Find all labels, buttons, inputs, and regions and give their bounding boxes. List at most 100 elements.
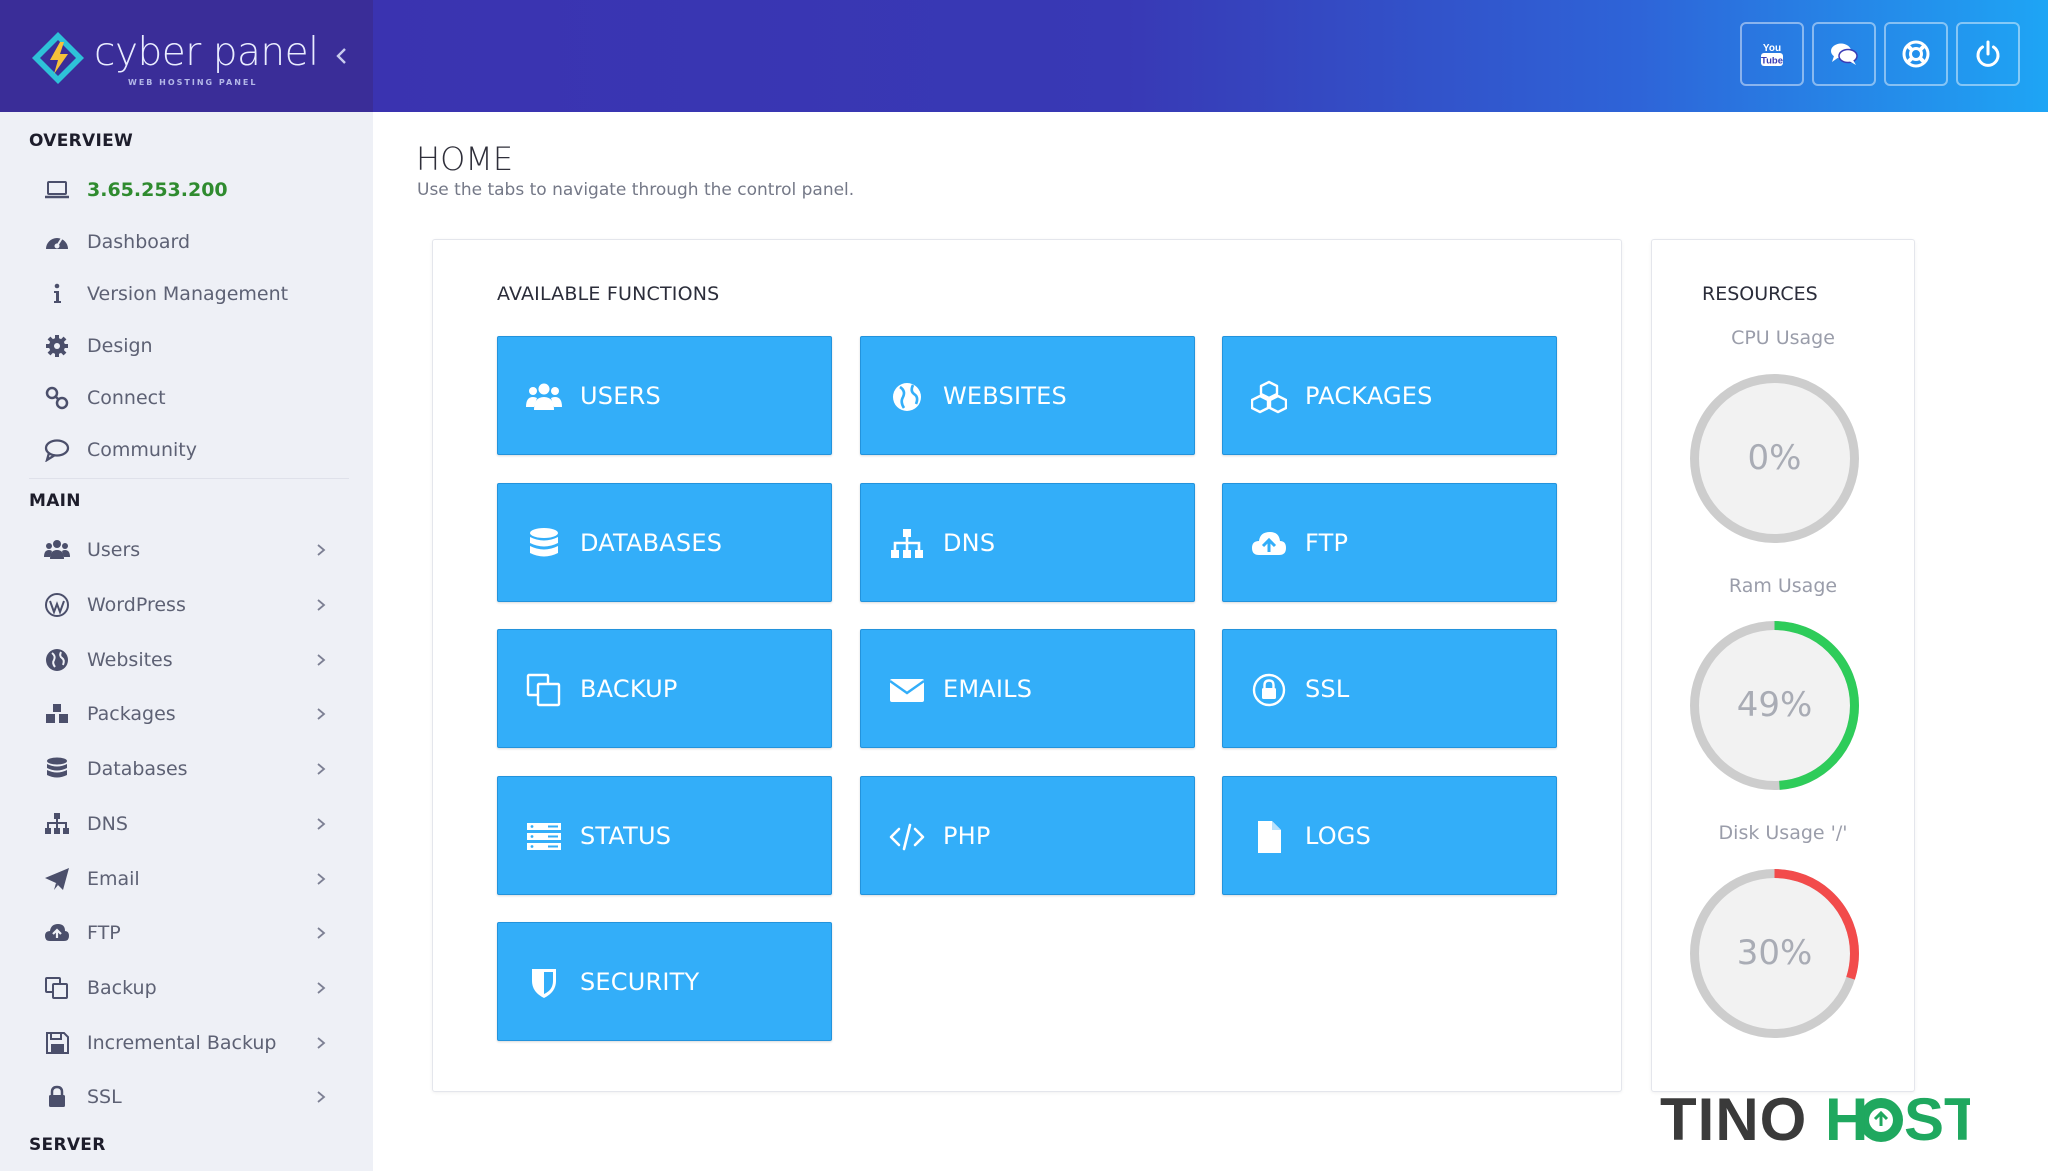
youtube-button[interactable]: You Tube: [1740, 22, 1804, 86]
function-tile-packages[interactable]: PACKAGES: [1222, 336, 1557, 455]
sidebar-item-backup[interactable]: Backup: [0, 964, 373, 1012]
cloud-upload-icon: [44, 921, 70, 945]
database-icon: [44, 757, 70, 781]
sidebar-item-label: DNS: [87, 813, 128, 835]
function-tile-php[interactable]: PHP: [860, 776, 1195, 895]
sitemap-icon: [889, 527, 925, 561]
sidebar-item-design[interactable]: Design: [0, 322, 373, 370]
sidebar-heading-overview: OVERVIEW: [29, 131, 134, 151]
chat-button[interactable]: [1812, 22, 1876, 86]
info-icon: [44, 282, 70, 306]
sidebar-item-label: Packages: [87, 703, 176, 725]
chevron-right-icon: [314, 540, 328, 560]
chevron-right-icon: [314, 978, 328, 998]
code-icon: [889, 820, 925, 854]
sidebar-item-community[interactable]: Community: [0, 426, 373, 474]
sidebar-item-email[interactable]: Email: [0, 855, 373, 903]
sidebar-collapse-button[interactable]: [330, 44, 354, 68]
function-tile-emails[interactable]: EMAILS: [860, 629, 1195, 748]
function-tile-websites[interactable]: WEBSITES: [860, 336, 1195, 455]
sidebar-item-ssl[interactable]: SSL: [0, 1073, 373, 1121]
function-tile-label: DNS: [943, 529, 996, 557]
resources-title: RESOURCES: [1702, 283, 1818, 305]
sidebar-item-label: FTP: [87, 922, 121, 944]
cpu-usage-value: 0%: [1747, 438, 1802, 478]
chevron-right-icon: [314, 595, 328, 615]
lock-icon: [1251, 673, 1287, 707]
sidebar-item-label: Design: [87, 335, 153, 357]
dashboard-icon: [44, 230, 70, 254]
file-icon: [1251, 820, 1287, 854]
sidebar-item-label: Dashboard: [87, 231, 191, 253]
sidebar-item-packages[interactable]: Packages: [0, 690, 373, 738]
copy-icon: [526, 673, 562, 707]
chevron-right-icon: [314, 759, 328, 779]
brand-tagline: WEB HOSTING PANEL: [128, 78, 258, 87]
sidebar-item-label: SSL: [87, 1086, 122, 1108]
envelope-icon: [889, 673, 925, 707]
users-icon: [526, 380, 562, 414]
sidebar-item-label: Databases: [87, 758, 188, 780]
sidebar-item-users[interactable]: Users: [0, 526, 373, 574]
cloud-upload-icon: [1251, 527, 1287, 561]
copy-icon: [44, 976, 70, 1000]
function-tile-label: PHP: [943, 822, 991, 850]
function-tile-ftp[interactable]: FTP: [1222, 483, 1557, 602]
sidebar-item-dashboard[interactable]: Dashboard: [0, 218, 373, 266]
function-tile-ssl[interactable]: SSL: [1222, 629, 1557, 748]
sidebar-item-websites[interactable]: Websites: [0, 636, 373, 684]
function-tile-logs[interactable]: LOGS: [1222, 776, 1557, 895]
sidebar-item-dns[interactable]: DNS: [0, 800, 373, 848]
power-icon: [1976, 40, 2000, 67]
server-icon: [526, 820, 562, 854]
cpu-usage-gauge: 0%: [1687, 371, 1862, 546]
chevron-right-icon: [314, 704, 328, 724]
sidebar-item-server-ip[interactable]: 3.65.253.200: [0, 166, 373, 214]
logout-button[interactable]: [1956, 22, 2020, 86]
function-tile-status[interactable]: STATUS: [497, 776, 832, 895]
cubes-icon: [1250, 380, 1288, 414]
support-button[interactable]: [1884, 22, 1948, 86]
page-subtitle: Use the tabs to navigate through the con…: [417, 180, 855, 200]
globe-icon: [889, 380, 925, 414]
chevron-right-icon: [314, 650, 328, 670]
ram-usage-gauge: 49%: [1687, 618, 1862, 793]
svg-text:Tube: Tube: [1761, 56, 1783, 67]
sidebar-divider: [29, 478, 349, 479]
lock-icon: [44, 1085, 70, 1109]
function-tile-label: USERS: [580, 382, 661, 410]
chat-icon: [44, 438, 70, 463]
sidebar-item-connect[interactable]: Connect: [0, 374, 373, 422]
cubes-icon: [44, 702, 70, 726]
sidebar-item-databases[interactable]: Databases: [0, 745, 373, 793]
sidebar-heading-main: MAIN: [29, 491, 81, 511]
chevron-left-icon: [336, 48, 346, 64]
sidebar-item-label: Backup: [87, 977, 157, 999]
sidebar-item-version-management[interactable]: Version Management: [0, 270, 373, 318]
svg-text:TINO: TINO: [1660, 1086, 1807, 1150]
function-tile-users[interactable]: USERS: [497, 336, 832, 455]
function-tile-dns[interactable]: DNS: [860, 483, 1195, 602]
sidebar-item-label: Incremental Backup: [87, 1032, 277, 1054]
function-tile-label: DATABASES: [580, 529, 723, 557]
floppy-icon: [44, 1031, 70, 1055]
cyberpanel-logo-icon: [32, 32, 84, 84]
youtube-icon: You Tube: [1761, 43, 1783, 67]
sidebar-item-ftp[interactable]: FTP: [0, 909, 373, 957]
link-icon: [44, 386, 70, 410]
sidebar-item-label: Community: [87, 439, 197, 461]
disk-usage-label: Disk Usage '/': [1718, 822, 1848, 844]
function-tile-label: WEBSITES: [943, 382, 1067, 410]
paper-plane-icon: [44, 867, 70, 891]
function-tile-label: SSL: [1305, 675, 1350, 703]
function-tile-label: STATUS: [580, 822, 672, 850]
chevron-right-icon: [314, 1033, 328, 1053]
sidebar-item-label: Websites: [87, 649, 173, 671]
function-tile-databases[interactable]: DATABASES: [497, 483, 832, 602]
sidebar-item-wordpress[interactable]: WordPress: [0, 581, 373, 629]
function-tile-backup[interactable]: BACKUP: [497, 629, 832, 748]
function-tile-security[interactable]: SECURITY: [497, 922, 832, 1041]
disk-usage-value: 30%: [1736, 933, 1813, 973]
functions-title: AVAILABLE FUNCTIONS: [497, 283, 720, 305]
sidebar-item-incremental-backup[interactable]: Incremental Backup: [0, 1019, 373, 1067]
